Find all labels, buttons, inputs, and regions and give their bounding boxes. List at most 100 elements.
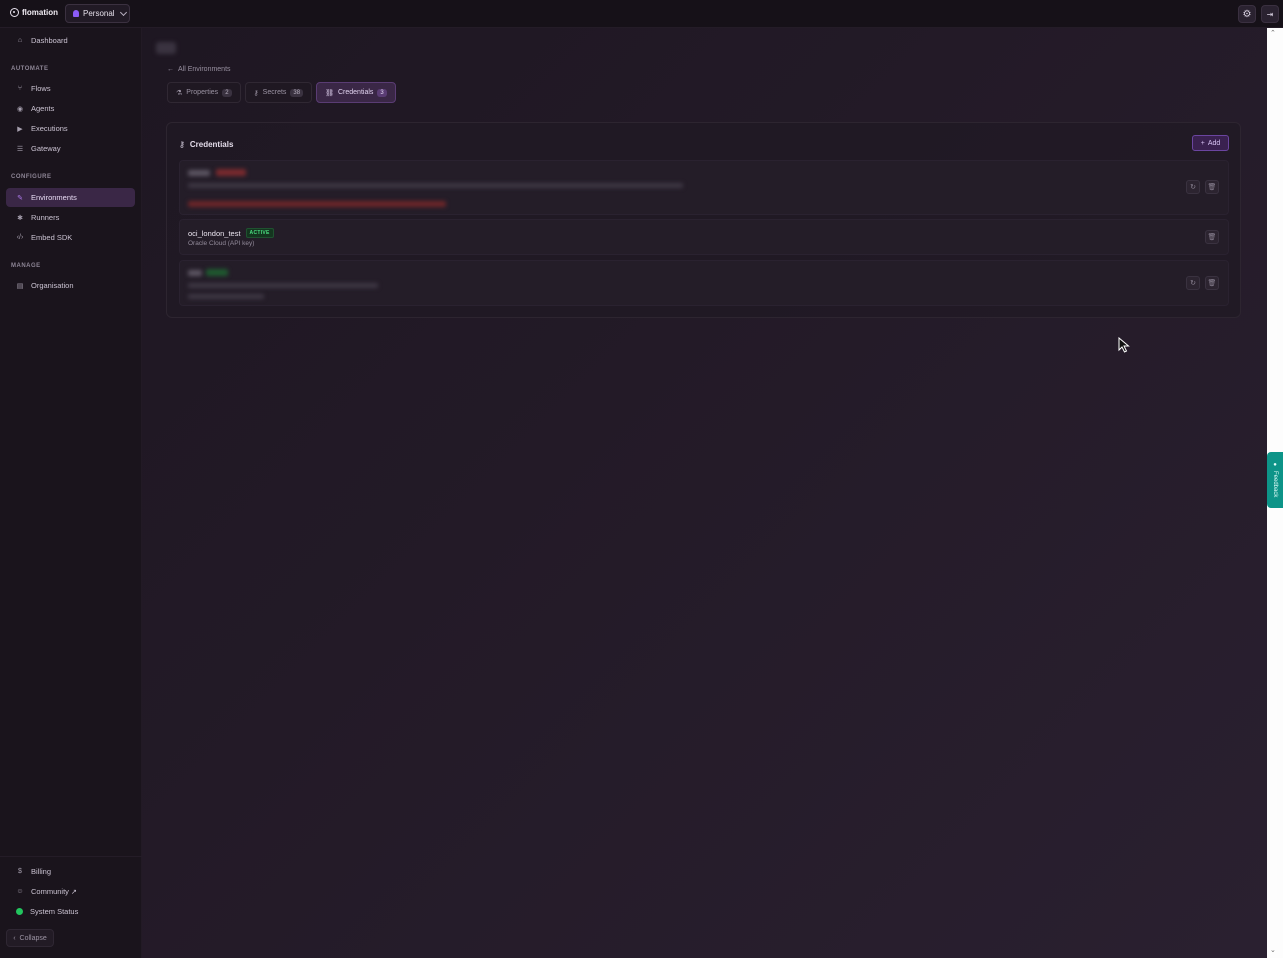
top-bar: flomation Personal ⚙ ⇥	[0, 0, 1283, 28]
sidebar-item-label: Embed SDK	[31, 233, 73, 242]
redacted-status-badge	[206, 269, 228, 276]
status-badge: ACTIVE	[245, 228, 274, 238]
sidebar-item-system-status[interactable]: System Status	[6, 902, 135, 921]
scroll-up-arrow-icon[interactable]: ⌃	[1270, 29, 1276, 37]
flomation-logo-icon	[10, 8, 19, 17]
sidebar-item-label: Billing	[31, 867, 52, 876]
sidebar-item-label: Runners	[31, 213, 60, 222]
key-icon: ⚷	[253, 89, 259, 97]
arrow-left-icon: ←	[167, 66, 174, 73]
back-link-label: All Environments	[178, 66, 231, 73]
sidebar-divider	[0, 856, 142, 857]
flow-icon: ⑂	[17, 85, 23, 92]
gear-icon: ⚙	[1242, 8, 1252, 20]
status-dot-icon	[16, 908, 23, 915]
feedback-label: Feedback	[1272, 471, 1278, 498]
tab-label: Credentials	[337, 89, 374, 96]
sidebar-item-label: Organisation	[31, 281, 74, 290]
sidebar-item-label: Dashboard	[31, 36, 68, 45]
refresh-icon: ↻	[1190, 280, 1196, 287]
environment-tabs: ⚗ Properties 2 ⚷ Secrets 38 ⛓ Credential…	[167, 82, 396, 103]
home-icon: ⌂	[17, 37, 23, 44]
delete-credential-button[interactable]: 🗑	[1205, 180, 1219, 194]
sidebar-item-flows[interactable]: ⑂ Flows	[6, 79, 135, 98]
redacted-error-text	[188, 201, 446, 207]
key-icon: ⚷	[179, 140, 185, 149]
discord-icon: ☺	[16, 888, 24, 895]
delete-credential-button[interactable]: 🗑	[1205, 230, 1219, 244]
tab-properties[interactable]: ⚗ Properties 2	[167, 82, 241, 103]
trash-icon: 🗑	[1207, 184, 1217, 191]
sidebar-item-billing[interactable]: $ Billing	[6, 862, 135, 881]
sidebar-item-environments[interactable]: ✎ Environments	[6, 188, 135, 207]
sidebar-item-agents[interactable]: ◉ Agents	[6, 99, 135, 118]
tab-count-badge: 38	[290, 88, 304, 97]
sidebar-item-gateway[interactable]: ☰ Gateway	[6, 139, 135, 158]
app-logo[interactable]: flomation	[10, 8, 58, 17]
collapse-button[interactable]: ‹ Collapse	[6, 929, 54, 947]
scroll-down-arrow-icon[interactable]: ⌄	[1270, 946, 1276, 954]
refresh-icon: ↻	[1190, 184, 1196, 191]
credentials-panel: ⚷ Credentials + Add ↻ 🗑 oci_london_test …	[166, 122, 1241, 318]
sidebar-item-embed-sdk[interactable]: ‹/› Embed SDK	[6, 228, 135, 247]
redacted-name	[188, 170, 210, 176]
logout-button[interactable]: ⇥	[1261, 5, 1279, 23]
sidebar-item-label: System Status	[30, 907, 79, 916]
settings-button[interactable]: ⚙	[1238, 5, 1256, 23]
logo-text: flomation	[22, 8, 58, 17]
sidebar-item-label: Agents	[31, 104, 55, 113]
chevron-down-icon	[119, 8, 127, 16]
section-label-automate: AUTOMATE	[11, 66, 49, 72]
refresh-credential-button[interactable]: ↻	[1186, 276, 1200, 290]
credential-name-line: oci_london_test ACTIVE	[188, 228, 274, 238]
code-icon: ‹/›	[16, 234, 24, 241]
agents-icon: ◉	[16, 105, 24, 113]
section-label-configure: CONFIGURE	[11, 174, 52, 180]
sidebar-item-organisation[interactable]: ▤ Organisation	[6, 276, 135, 295]
redacted-description	[188, 283, 378, 288]
user-icon	[73, 10, 79, 17]
refresh-credential-button[interactable]: ↻	[1186, 180, 1200, 194]
chevron-left-icon: ‹	[13, 934, 16, 942]
sidebar-item-community[interactable]: ☺ Community ↗	[6, 882, 135, 901]
external-link-icon: ↗	[70, 888, 77, 896]
tab-count-badge: 2	[222, 88, 232, 97]
credential-type: Oracle Cloud (API key)	[188, 240, 255, 247]
tab-count-badge: 3	[377, 88, 387, 97]
tab-label: Secrets	[262, 89, 287, 96]
environment-title-redacted	[156, 42, 176, 54]
credentials-header: ⚷ Credentials	[179, 140, 233, 149]
gateway-icon: ☰	[16, 145, 24, 153]
play-icon: ▶	[17, 125, 23, 133]
plus-icon: +	[1200, 139, 1205, 147]
runner-icon: ✱	[17, 214, 23, 222]
sidebar-item-label: Flows	[31, 84, 51, 93]
tab-label: Properties	[186, 89, 219, 96]
redacted-description	[188, 183, 683, 188]
link-icon: ⛓	[325, 89, 334, 97]
tab-credentials[interactable]: ⛓ Credentials 3	[316, 82, 396, 103]
sidebar-item-label: Executions	[31, 124, 68, 133]
redacted-name	[188, 270, 202, 276]
back-to-environments-link[interactable]: ← All Environments	[167, 66, 231, 73]
section-label-manage: MANAGE	[11, 263, 41, 269]
delete-credential-button[interactable]: 🗑	[1205, 276, 1219, 290]
trash-icon: 🗑	[1207, 234, 1217, 241]
sidebar-item-executions[interactable]: ▶ Executions	[6, 119, 135, 138]
feedback-tab[interactable]: ● Feedback	[1267, 452, 1283, 508]
sidebar: ⌂ Dashboard AUTOMATE ⑂ Flows ◉ Agents ▶ …	[0, 28, 142, 958]
trash-icon: 🗑	[1207, 280, 1217, 287]
credential-name: oci_london_test	[188, 228, 241, 238]
sidebar-item-dashboard[interactable]: ⌂ Dashboard	[6, 31, 135, 50]
workspace-switcher-button[interactable]: Personal	[65, 4, 130, 23]
sidebar-item-runners[interactable]: ✱ Runners	[6, 208, 135, 227]
dollar-icon: $	[18, 868, 22, 875]
credentials-title: Credentials	[189, 140, 234, 149]
add-label: Add	[1207, 139, 1221, 147]
add-credential-button[interactable]: + Add	[1192, 135, 1229, 151]
briefcase-icon: ▤	[16, 282, 24, 290]
workspace-label: Personal	[83, 9, 115, 18]
credential-row[interactable]: oci_london_test ACTIVE Oracle Cloud (API…	[179, 219, 1229, 255]
tab-secrets[interactable]: ⚷ Secrets 38	[244, 82, 313, 103]
logout-icon: ⇥	[1266, 9, 1274, 19]
